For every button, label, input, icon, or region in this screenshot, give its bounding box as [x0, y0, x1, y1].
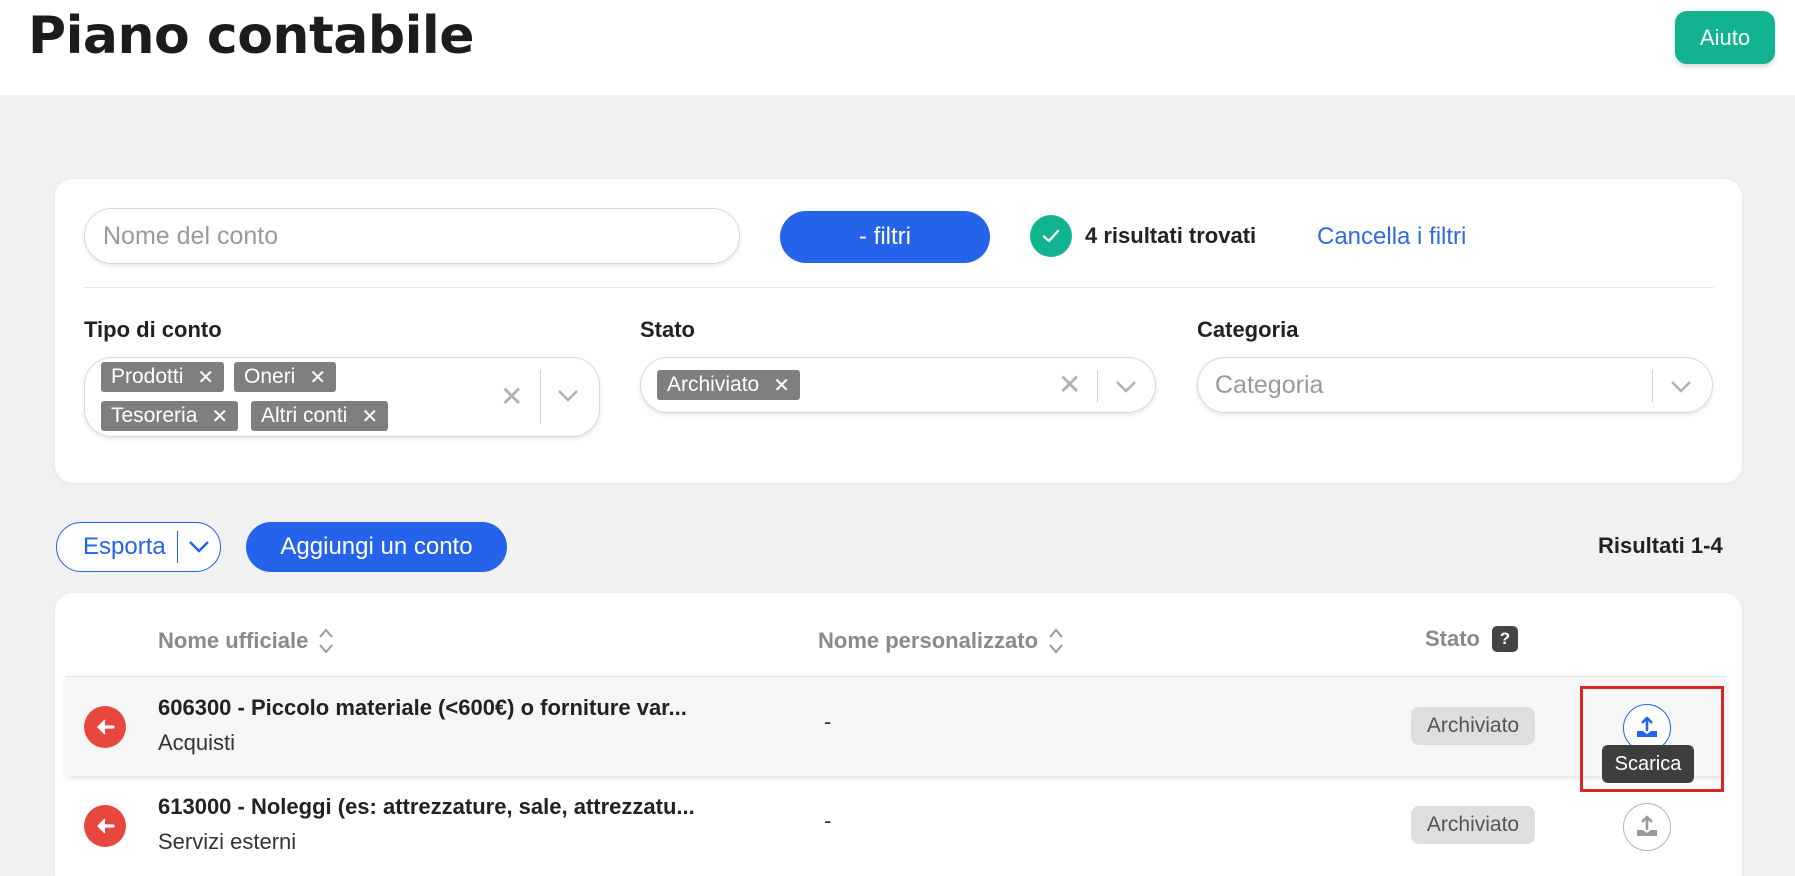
chip-label: Archiviato: [667, 373, 760, 396]
filter-chip-archiviato: Archiviato ✕: [657, 370, 800, 400]
account-name-search-input[interactable]: [84, 208, 740, 264]
help-button[interactable]: Aiuto: [1675, 11, 1775, 64]
clear-icon[interactable]: ✕: [1058, 368, 1081, 401]
row-title: 613000 - Noleggi (es: attrezzature, sale…: [158, 794, 695, 819]
remove-chip-icon[interactable]: ✕: [211, 404, 228, 429]
remove-chip-icon[interactable]: ✕: [309, 365, 326, 390]
remove-chip-icon[interactable]: ✕: [773, 373, 790, 398]
download-tooltip: Scarica: [1602, 745, 1694, 783]
status-badge: Archiviato: [1411, 707, 1535, 745]
chevron-down-icon[interactable]: [557, 389, 579, 408]
arrow-left-icon[interactable]: [84, 706, 126, 748]
results-range: Risultati 1-4: [1598, 533, 1723, 558]
row-custom-name: -: [824, 808, 832, 833]
filter-chip-oneri: Oneri ✕: [234, 362, 337, 392]
select-separator: [1097, 370, 1098, 402]
remove-chip-icon[interactable]: ✕: [361, 404, 378, 429]
select-separator: [1652, 370, 1653, 402]
chip-label: Oneri: [244, 365, 296, 388]
clear-filters-link[interactable]: Cancella i filtri: [1317, 223, 1466, 251]
export-button[interactable]: Esporta: [56, 522, 221, 572]
results-found-text: 4 risultati trovati: [1085, 223, 1257, 248]
upload-icon: [1637, 815, 1657, 836]
row-subtitle: Acquisti: [158, 730, 236, 755]
column-header-label: Nome ufficiale: [158, 628, 309, 653]
toggle-filters-button[interactable]: - filtri: [780, 211, 990, 263]
divider: [84, 287, 1714, 288]
row-title: 606300 - Piccolo materiale (<600€) o for…: [158, 695, 687, 720]
table-row[interactable]: 613000 - Noleggi (es: attrezzature, sale…: [66, 776, 1726, 876]
category-filter-label: Categoria: [1197, 317, 1299, 342]
column-header-label: Nome personalizzato: [818, 628, 1039, 653]
page-title: Piano contabile: [28, 6, 475, 66]
column-header-custom-name[interactable]: Nome personalizzato: [818, 626, 1064, 656]
export-label: Esporta: [83, 533, 166, 560]
column-header-official-name[interactable]: Nome ufficiale: [158, 626, 334, 656]
export-separator: [176, 531, 178, 563]
chip-label: Altri conti: [261, 404, 348, 427]
filter-chip-altri-conti: Altri conti ✕: [251, 401, 389, 431]
select-separator: [540, 370, 541, 424]
column-header-status: Stato ?: [1425, 626, 1518, 652]
table-row[interactable]: 606300 - Piccolo materiale (<600€) o for…: [66, 676, 1726, 776]
status-badge: Archiviato: [1411, 806, 1535, 844]
help-icon[interactable]: ?: [1492, 626, 1518, 652]
chevron-down-icon[interactable]: [1670, 380, 1692, 399]
clear-icon[interactable]: ✕: [500, 380, 523, 413]
account-type-label: Tipo di conto: [84, 317, 222, 342]
download-button[interactable]: [1623, 803, 1671, 851]
arrow-left-icon[interactable]: [84, 805, 126, 847]
remove-chip-icon[interactable]: ✕: [197, 365, 214, 390]
chip-label: Tesoreria: [111, 404, 198, 427]
sort-icon[interactable]: [318, 626, 334, 656]
row-custom-name: -: [824, 709, 832, 734]
add-account-button[interactable]: Aggiungi un conto: [246, 522, 507, 572]
column-header-label: Stato: [1425, 626, 1480, 651]
category-placeholder: Categoria: [1215, 371, 1324, 399]
status-filter-label: Stato: [640, 317, 695, 342]
row-subtitle: Servizi esterni: [158, 829, 297, 854]
filter-chip-tesoreria: Tesoreria ✕: [101, 401, 239, 431]
sort-icon[interactable]: [1048, 626, 1064, 656]
chevron-down-icon[interactable]: [1115, 380, 1137, 399]
filter-chip-prodotti: Prodotti ✕: [101, 362, 225, 392]
check-icon: [1030, 215, 1072, 257]
chip-label: Prodotti: [111, 365, 184, 388]
chevron-down-icon[interactable]: [188, 540, 210, 554]
